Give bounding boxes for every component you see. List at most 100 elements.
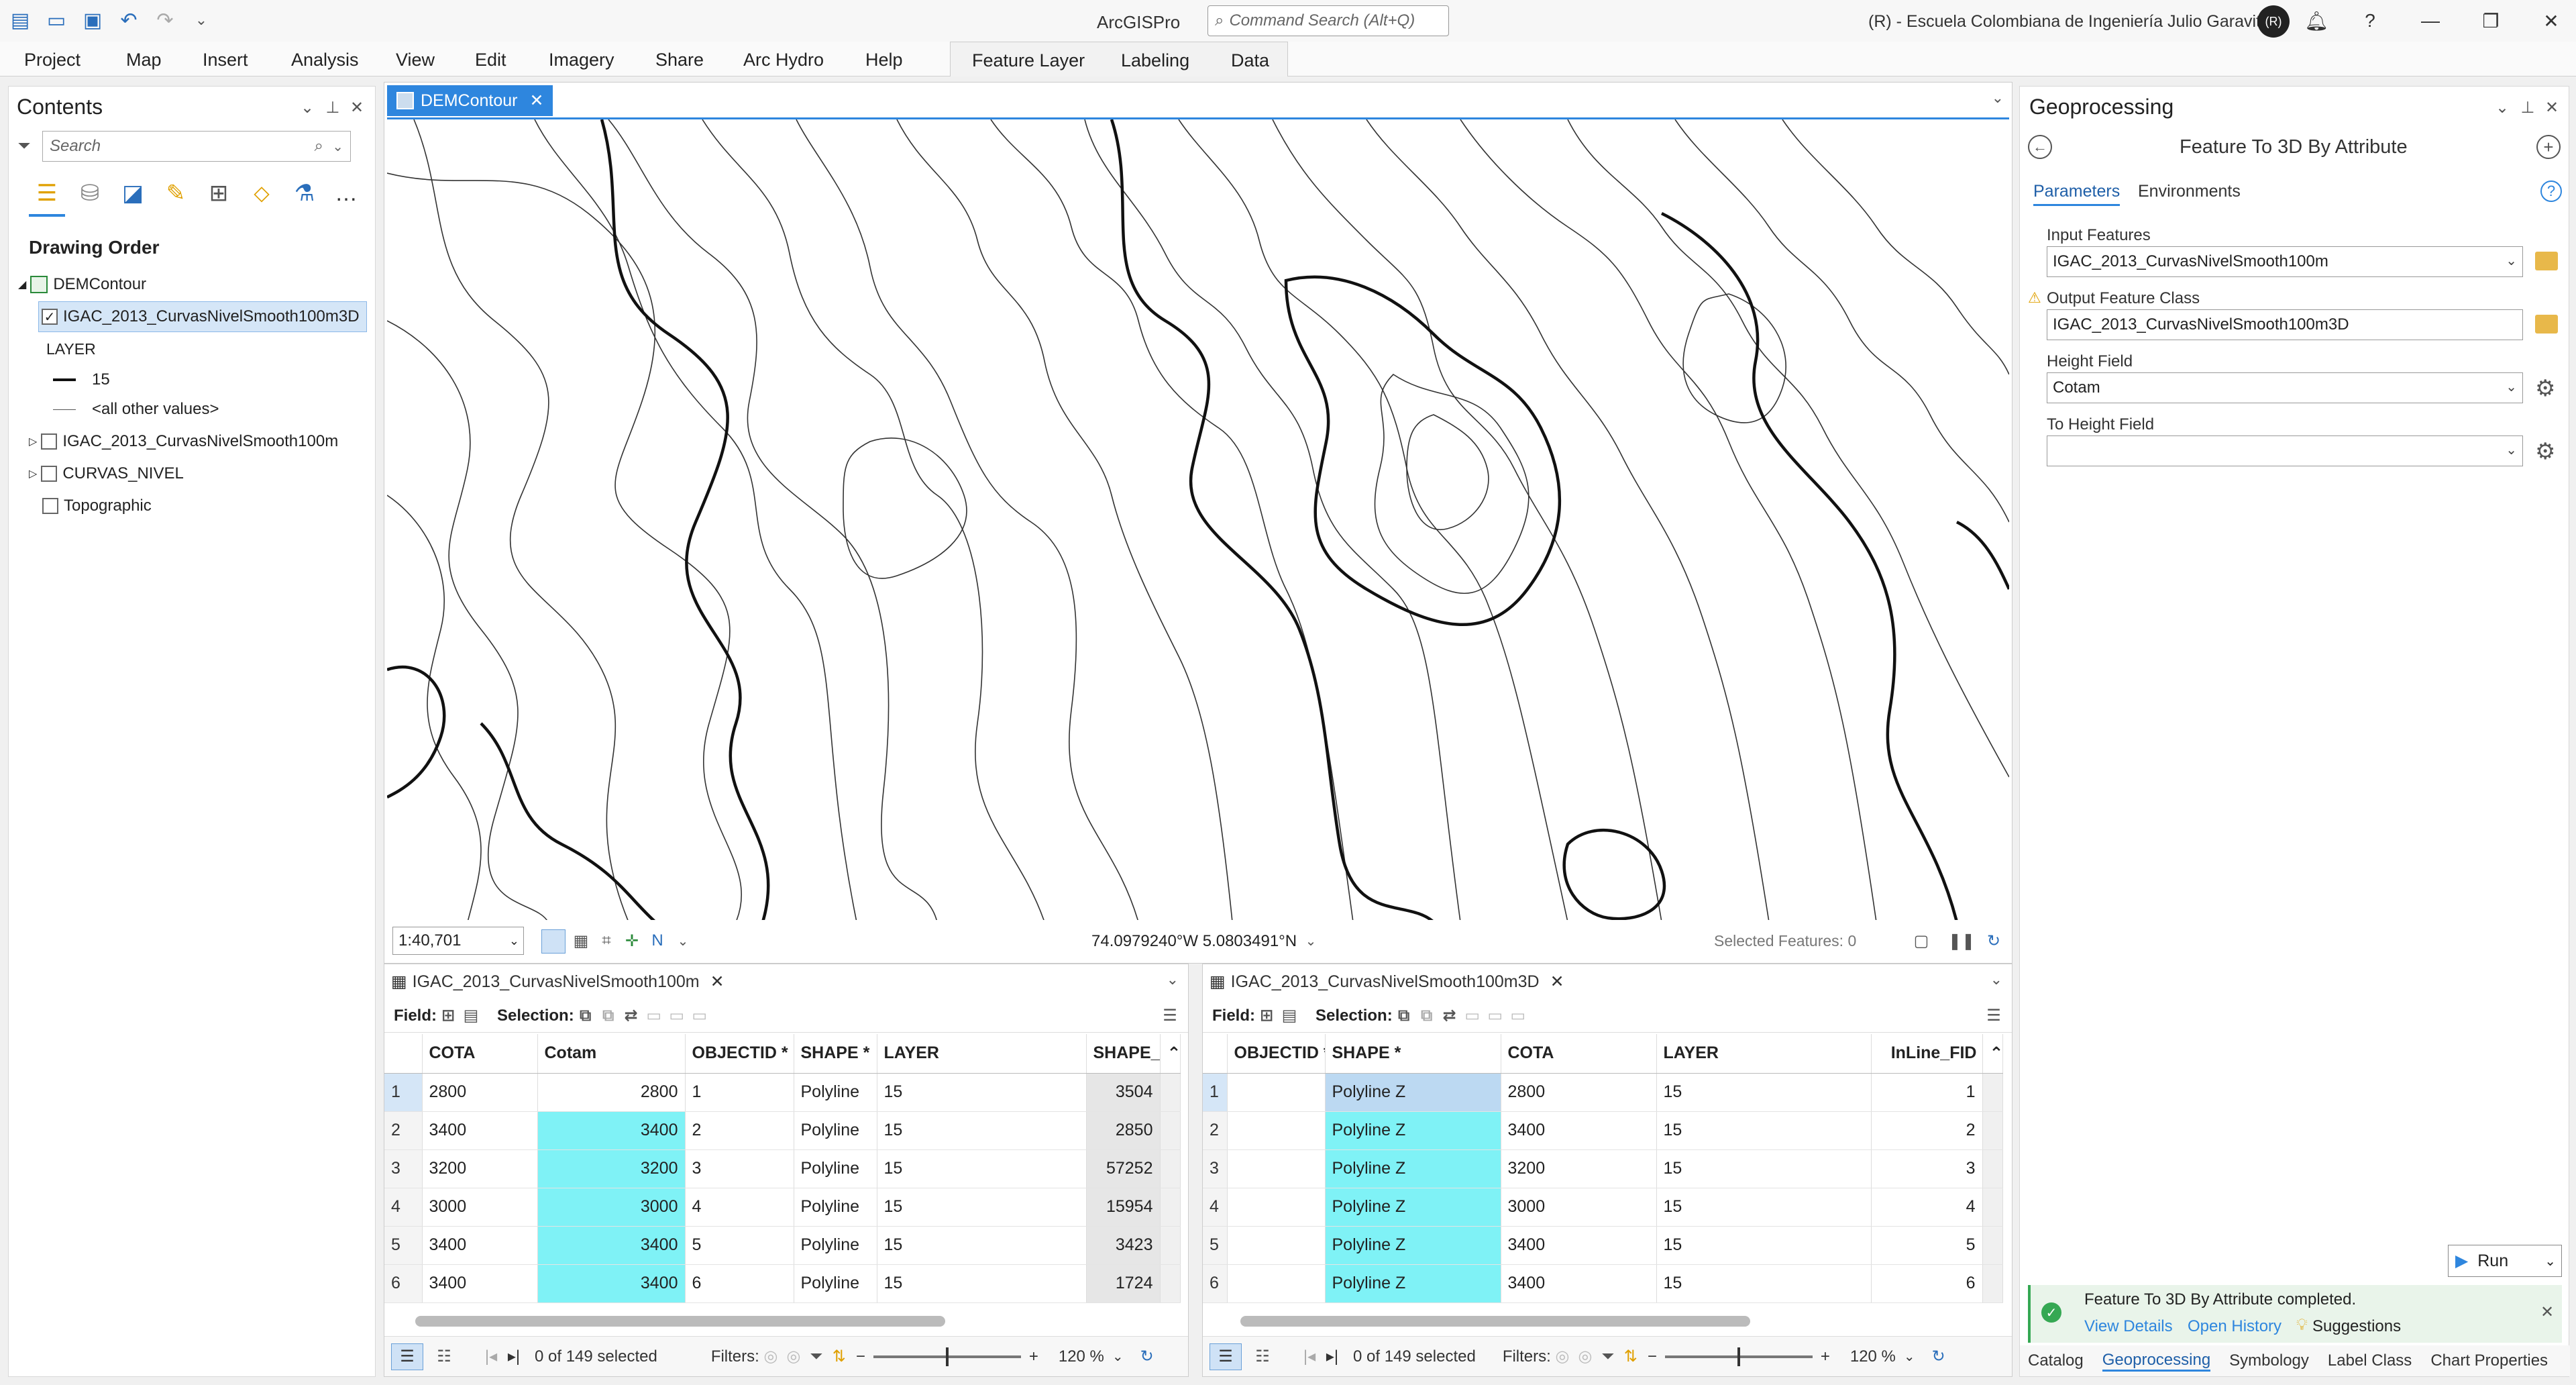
layer-item[interactable]: ▷ CURVAS_NIVEL xyxy=(29,458,184,489)
notifications-bell-icon[interactable]: 🔔︎ xyxy=(2301,7,2332,35)
scale-selector[interactable]: 1:40,701 ⌄ xyxy=(392,927,524,955)
table-cell[interactable]: 1724 xyxy=(1086,1264,1161,1303)
table-row[interactable]: 2 3400 3400 2 Polyline 15 2850 xyxy=(384,1111,1181,1150)
chevron-down-icon[interactable]: ⌄ xyxy=(672,929,694,952)
list-by-labeling-icon[interactable]: ⬦ xyxy=(244,175,280,211)
table-tab[interactable]: ▦ IGAC_2013_CurvasNivelSmooth100m ✕ xyxy=(391,968,724,995)
scrollbar-track[interactable] xyxy=(1160,1111,1181,1150)
switch-selection-icon[interactable]: ⇄ xyxy=(620,1005,643,1027)
chevron-down-icon[interactable]: ⌄ xyxy=(1112,1348,1124,1365)
table-cell[interactable]: Polyline Z xyxy=(1325,1111,1501,1150)
table-cell[interactable]: 3423 xyxy=(1086,1226,1161,1265)
table-row[interactable]: 4 3000 3000 4 Polyline 15 15954 xyxy=(384,1188,1181,1227)
save-icon[interactable]: ▣ xyxy=(79,7,106,34)
tab-imagery[interactable]: Imagery xyxy=(549,50,614,70)
table-cell[interactable]: Polyline Z xyxy=(1325,1073,1501,1112)
customize-icon[interactable]: ⌄ xyxy=(188,7,215,34)
refresh-icon[interactable]: ↻ xyxy=(1136,1345,1159,1368)
sort-icon[interactable]: ⇅ xyxy=(1619,1345,1642,1368)
undo-icon[interactable]: ↶ xyxy=(115,7,142,34)
chevron-down-icon[interactable]: ⌄ xyxy=(1990,971,2002,988)
table-cell[interactable]: 3400 xyxy=(422,1226,538,1265)
table-cell[interactable]: 3400 xyxy=(1501,1111,1657,1150)
table-cell[interactable]: 15 xyxy=(1656,1226,1872,1265)
table-cell[interactable]: 3400 xyxy=(1501,1226,1657,1265)
expand-triangle-icon[interactable]: ◢ xyxy=(18,278,26,291)
table-cell[interactable]: 2800 xyxy=(422,1073,538,1112)
suggestions-link[interactable]: Suggestions xyxy=(2312,1317,2401,1336)
clear-selection-icon[interactable]: ▭ xyxy=(1461,1005,1484,1027)
table-cell[interactable]: 5 xyxy=(1871,1226,1983,1265)
close-icon[interactable]: ✕ xyxy=(2540,1302,2554,1322)
list-by-source-icon[interactable]: ⛁ xyxy=(72,175,108,211)
table-row[interactable]: 4 Polyline Z 3000 15 4 xyxy=(1203,1188,2003,1227)
table-cell[interactable] xyxy=(1227,1188,1326,1227)
table-cell[interactable]: Polyline xyxy=(794,1226,877,1265)
input-features-field[interactable]: IGAC_2013_CurvasNivelSmooth100m ⌄ xyxy=(2047,246,2523,277)
table-cell[interactable]: 4 xyxy=(685,1188,794,1227)
row-number[interactable]: 6 xyxy=(1203,1264,1228,1303)
table-cell[interactable]: 2 xyxy=(685,1111,794,1150)
new-project-icon[interactable]: ▤ xyxy=(7,7,34,34)
clear-selection-icon[interactable]: ▭ xyxy=(643,1005,665,1027)
scrollbar-track[interactable] xyxy=(1160,1264,1181,1303)
layer-visibility-checkbox[interactable] xyxy=(41,466,58,482)
table-cell[interactable]: Polyline xyxy=(794,1111,877,1150)
table-tab[interactable]: ▦ IGAC_2013_CurvasNivelSmooth100m3D ✕ xyxy=(1210,968,1564,995)
column-header[interactable]: InLine_FID xyxy=(1871,1034,1983,1074)
to-height-field-select[interactable]: ⌄ xyxy=(2047,435,2523,466)
expand-triangle-icon[interactable]: ▷ xyxy=(29,467,37,480)
column-header[interactable]: OBJECTID * xyxy=(1227,1034,1326,1074)
row-number[interactable]: 5 xyxy=(1203,1226,1228,1265)
column-header[interactable]: SHAPE * xyxy=(794,1034,877,1074)
table-cell[interactable]: 3400 xyxy=(1501,1264,1657,1303)
constraint-icon[interactable]: ✛ xyxy=(621,929,643,952)
north-arrow-icon[interactable]: N xyxy=(646,929,669,952)
scrollbar-thumb[interactable] xyxy=(1240,1316,1750,1327)
table-cell[interactable]: 3200 xyxy=(422,1149,538,1188)
layer-visibility-checkbox[interactable] xyxy=(42,498,58,514)
chevron-down-icon[interactable]: ⌄ xyxy=(1299,929,1322,952)
table-cell[interactable]: 15954 xyxy=(1086,1188,1161,1227)
column-header[interactable]: LAYER xyxy=(877,1034,1087,1074)
tab-parameters[interactable]: Parameters xyxy=(2033,182,2121,206)
zoom-slider-handle[interactable] xyxy=(1737,1347,1740,1366)
more-options-icon[interactable]: … xyxy=(328,175,364,211)
table-cell[interactable]: 3400 xyxy=(537,1226,686,1265)
expand-triangle-icon[interactable]: ▷ xyxy=(29,435,37,448)
table-cell[interactable]: 3504 xyxy=(1086,1073,1161,1112)
zoom-slider-handle[interactable] xyxy=(945,1347,949,1366)
scrollbar-track[interactable] xyxy=(1160,1073,1181,1112)
pane-menu-chevron-icon[interactable]: ⌄ xyxy=(2491,96,2514,119)
table-cell[interactable]: 6 xyxy=(1871,1264,1983,1303)
table-cell[interactable]: 3000 xyxy=(537,1188,686,1227)
table-row[interactable]: 5 Polyline Z 3400 15 5 xyxy=(1203,1226,2003,1265)
table-cell[interactable]: 1 xyxy=(1871,1073,1983,1112)
list-by-perspective-icon[interactable]: ⚗ xyxy=(286,175,323,211)
calculate-field-icon[interactable]: ▤ xyxy=(460,1005,482,1027)
horizontal-scrollbar[interactable] xyxy=(1234,1313,1972,1328)
table-cell[interactable]: 15 xyxy=(877,1226,1087,1265)
copy-selection-icon[interactable]: ▭ xyxy=(688,1005,711,1027)
table-cell[interactable] xyxy=(1227,1111,1326,1150)
table-row[interactable]: 1 Polyline Z 2800 15 1 xyxy=(1203,1073,2003,1112)
table-menu-icon[interactable]: ☰ xyxy=(1982,1005,2005,1027)
column-header[interactable]: SHAPE_ xyxy=(1086,1034,1161,1074)
zoom-to-selection-icon[interactable]: ⧉ xyxy=(597,1005,620,1027)
row-header-corner[interactable] xyxy=(1203,1034,1228,1074)
close-icon[interactable]: ✕ xyxy=(530,91,544,111)
table-cell[interactable]: 15 xyxy=(1656,1073,1872,1112)
layer-visibility-checkbox[interactable]: ✓ xyxy=(42,309,58,325)
refresh-icon[interactable]: ↻ xyxy=(1927,1345,1950,1368)
layer-item[interactable]: Topographic xyxy=(42,491,152,521)
sort-icon[interactable]: ⇅ xyxy=(828,1345,851,1368)
chevron-down-icon[interactable]: ⌄ xyxy=(2506,442,2517,458)
chevron-down-icon[interactable]: ⌄ xyxy=(2544,1253,2556,1270)
table-cell[interactable] xyxy=(1227,1226,1326,1265)
back-arrow-icon[interactable]: ← xyxy=(2028,135,2052,159)
table-cell[interactable]: 3 xyxy=(685,1149,794,1188)
table-cell[interactable]: 15 xyxy=(877,1188,1087,1227)
table-cell[interactable]: 15 xyxy=(877,1149,1087,1188)
open-folder-icon[interactable]: ▭ xyxy=(43,7,70,34)
chevron-down-icon[interactable]: ⌄ xyxy=(1904,1348,1915,1365)
